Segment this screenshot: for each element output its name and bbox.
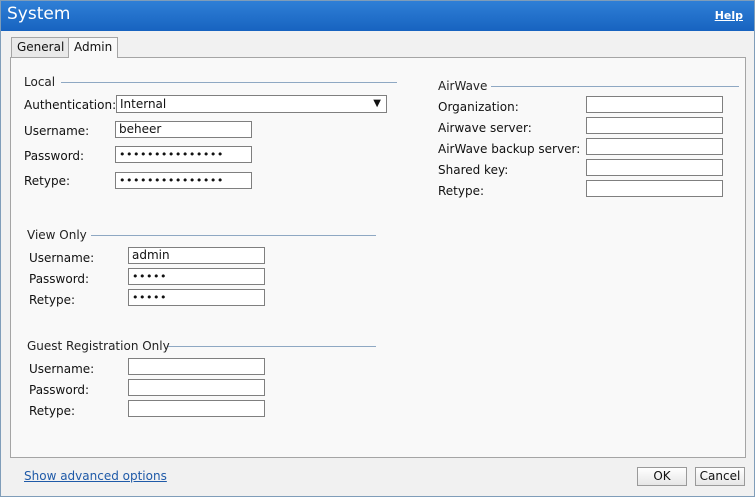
view-retype-field[interactable]: •••••: [128, 289, 265, 306]
airwave-retype-label: Retype:: [438, 184, 485, 198]
ok-button[interactable]: OK: [637, 467, 687, 486]
view-only-divider: [91, 235, 376, 236]
guest-password-field[interactable]: [128, 379, 265, 396]
tab-admin[interactable]: Admin: [68, 37, 119, 58]
local-username-label: Username:: [24, 124, 90, 138]
system-dialog: System Help General Admin Local Authenti…: [0, 0, 755, 497]
authentication-value: Internal: [120, 97, 167, 111]
shared-key-field[interactable]: [586, 159, 723, 176]
local-divider: [61, 82, 397, 83]
airwave-backup-server-label: AirWave backup server:: [438, 142, 581, 156]
authentication-select[interactable]: Internal ▼: [116, 95, 387, 113]
organization-label: Organization:: [438, 100, 519, 114]
guest-registration-divider: [168, 346, 376, 347]
tab-general[interactable]: General: [11, 37, 71, 57]
guest-retype-field[interactable]: [128, 400, 265, 417]
view-username-label: Username:: [29, 251, 95, 265]
admin-panel: Local Authentication: Internal ▼ Usernam…: [10, 57, 746, 458]
airwave-backup-server-field[interactable]: [586, 138, 723, 155]
dropdown-arrow-icon: ▼: [373, 98, 381, 109]
authentication-label: Authentication:: [24, 98, 117, 112]
cancel-button[interactable]: Cancel: [695, 467, 745, 486]
airwave-server-field[interactable]: [586, 117, 723, 134]
local-username-field[interactable]: beheer: [115, 121, 252, 138]
local-password-field[interactable]: •••••••••••••••: [115, 146, 252, 163]
view-username-field[interactable]: admin: [128, 247, 265, 264]
show-advanced-options-link[interactable]: Show advanced options: [24, 469, 167, 483]
view-retype-label: Retype:: [29, 293, 76, 307]
dialog-title: System: [7, 4, 71, 24]
guest-username-label: Username:: [29, 362, 95, 376]
view-password-field[interactable]: •••••: [128, 268, 265, 285]
help-link[interactable]: Help: [715, 9, 743, 22]
guest-registration-legend: Guest Registration Only: [27, 339, 170, 353]
local-retype-label: Retype:: [24, 174, 71, 188]
shared-key-label: Shared key:: [438, 163, 509, 177]
title-bar: System Help: [1, 1, 754, 31]
airwave-divider: [491, 86, 739, 87]
airwave-server-label: Airwave server:: [438, 121, 532, 135]
local-password-label: Password:: [24, 149, 85, 163]
guest-username-field[interactable]: [128, 358, 265, 375]
view-only-legend: View Only: [27, 228, 87, 242]
local-retype-field[interactable]: •••••••••••••••: [115, 172, 252, 189]
guest-retype-label: Retype:: [29, 404, 76, 418]
airwave-retype-field[interactable]: [586, 180, 723, 197]
view-password-label: Password:: [29, 272, 90, 286]
local-legend: Local: [24, 75, 56, 89]
guest-password-label: Password:: [29, 383, 90, 397]
airwave-legend: AirWave: [438, 79, 488, 93]
organization-field[interactable]: [586, 96, 723, 113]
